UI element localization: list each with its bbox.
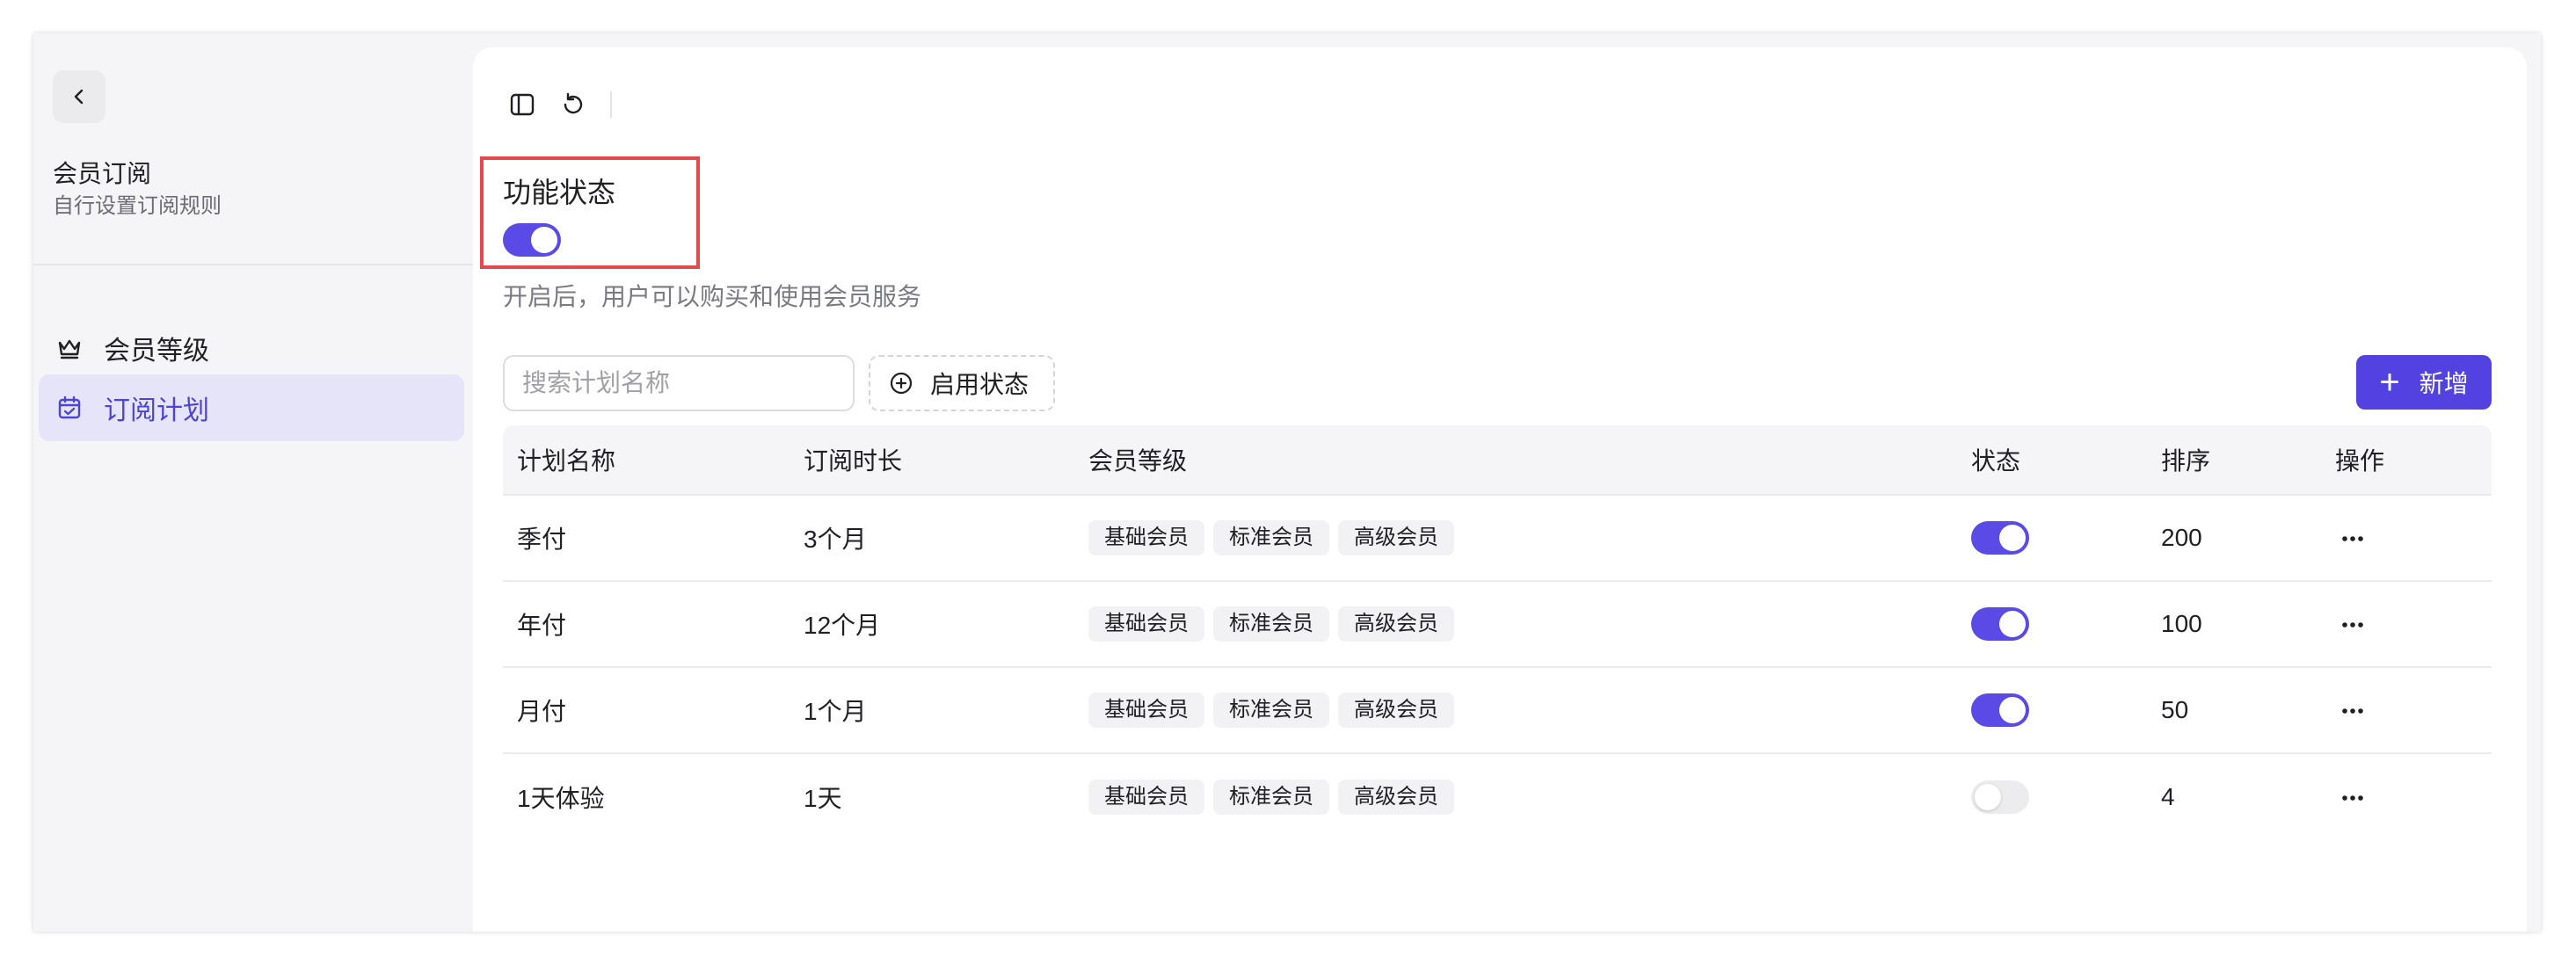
plan-actions — [2321, 520, 2492, 556]
page-subtitle: 自行设置订阅规则 — [53, 194, 222, 218]
plan-status — [1957, 693, 2147, 727]
plan-name: 年付 — [517, 612, 567, 639]
calendar-check-icon — [55, 393, 84, 423]
plan-duration: 1天 — [804, 785, 842, 812]
app-window: 会员订阅 自行设置订阅规则 会员等级 订阅计划 功能状态 开启后，用户可以购买和… — [33, 33, 2541, 932]
table-row: 年付 12个月 基础会员 标准会员 高级会员 100 — [503, 582, 2492, 668]
toggle-knob — [1999, 697, 2026, 723]
level-tag: 基础会员 — [1088, 606, 1204, 642]
plan-actions — [2321, 693, 2492, 729]
level-tag: 基础会员 — [1088, 693, 1204, 728]
plan-name: 月付 — [517, 698, 567, 725]
level-tag: 高级会员 — [1338, 693, 1454, 728]
more-icon[interactable] — [2335, 780, 2370, 816]
more-icon[interactable] — [2335, 607, 2370, 642]
sidebar-item-member-level[interactable]: 会员等级 — [39, 315, 464, 381]
table-row: 季付 3个月 基础会员 标准会员 高级会员 200 — [503, 496, 2492, 582]
table-header: 计划名称 订阅时长 会员等级 状态 排序 操作 — [503, 425, 2492, 496]
plan-name: 季付 — [517, 526, 567, 553]
add-button[interactable]: + 新增 — [2356, 355, 2492, 410]
plan-sort: 200 — [2161, 524, 2202, 551]
column-header: 排序 — [2161, 447, 2211, 475]
toggle-knob — [1999, 525, 2026, 551]
plan-levels: 基础会员 标准会员 高级会员 — [1074, 606, 1957, 642]
toolbar — [503, 84, 612, 125]
plan-levels: 基础会员 标准会员 高级会员 — [1074, 520, 1957, 555]
column-header: 计划名称 — [517, 447, 616, 475]
plan-duration: 12个月 — [804, 612, 881, 639]
plan-status-toggle[interactable] — [1971, 607, 2029, 641]
toggle-knob — [1999, 611, 2026, 637]
plan-status — [1957, 780, 2147, 814]
plan-actions — [2321, 606, 2492, 642]
level-tag: 标准会员 — [1213, 780, 1329, 815]
page-title: 会员订阅 — [53, 160, 152, 187]
toggle-knob — [531, 227, 557, 253]
plan-status-toggle[interactable] — [1971, 780, 2029, 814]
plus-circle-icon — [888, 370, 914, 396]
level-tag: 标准会员 — [1213, 606, 1329, 642]
sidebar-item-label: 会员等级 — [104, 337, 209, 366]
crown-icon — [55, 333, 84, 363]
table-row: 1天体验 1天 基础会员 标准会员 高级会员 4 — [503, 754, 2492, 840]
chevron-left-icon — [74, 89, 84, 105]
status-filter-label: 启用状态 — [930, 371, 1030, 398]
level-tag: 标准会员 — [1213, 693, 1329, 728]
plan-duration: 1个月 — [804, 698, 867, 725]
sidebar-item-subscription-plan[interactable]: 订阅计划 — [39, 374, 464, 441]
more-icon[interactable] — [2335, 521, 2370, 556]
column-header: 订阅时长 — [804, 447, 903, 475]
more-icon[interactable] — [2335, 693, 2370, 729]
status-filter-button[interactable]: 启用状态 — [869, 355, 1055, 411]
plan-sort: 50 — [2161, 696, 2189, 723]
sidebar-item-label: 订阅计划 — [104, 396, 209, 425]
plan-levels: 基础会员 标准会员 高级会员 — [1074, 693, 1957, 728]
plan-status — [1957, 521, 2147, 555]
sidebar: 会员订阅 自行设置订阅规则 会员等级 订阅计划 — [33, 33, 473, 932]
search-input[interactable] — [503, 355, 855, 411]
level-tag: 基础会员 — [1088, 520, 1204, 555]
plus-icon: + — [2379, 363, 2400, 402]
column-header: 会员等级 — [1088, 447, 1188, 475]
feature-status-toggle[interactable] — [503, 223, 561, 257]
plan-actions — [2321, 780, 2492, 816]
back-button[interactable] — [53, 70, 106, 123]
plans-table: 计划名称 订阅时长 会员等级 状态 排序 操作 季付 3个月 基础会员 标准会员… — [503, 425, 2492, 840]
main-panel: 功能状态 开启后，用户可以购买和使用会员服务 启用状态 + 新增 计划名称 订阅… — [473, 47, 2527, 932]
level-tag: 高级会员 — [1338, 780, 1454, 815]
level-tag: 标准会员 — [1213, 520, 1329, 555]
feature-status-title: 功能状态 — [503, 177, 616, 208]
sidebar-divider — [33, 264, 473, 265]
refresh-icon[interactable] — [554, 85, 593, 124]
plan-status — [1957, 607, 2147, 641]
level-tag: 基础会员 — [1088, 780, 1204, 815]
plan-status-toggle[interactable] — [1971, 693, 2029, 727]
sidebar-toggle-icon[interactable] — [503, 85, 542, 124]
level-tag: 高级会员 — [1338, 520, 1454, 555]
level-tag: 高级会员 — [1338, 606, 1454, 642]
plan-sort: 100 — [2161, 610, 2202, 637]
plan-name: 1天体验 — [517, 785, 605, 812]
toggle-knob — [1975, 784, 2001, 810]
plan-duration: 3个月 — [804, 526, 867, 553]
plan-status-toggle[interactable] — [1971, 521, 2029, 555]
feature-status-description: 开启后，用户可以购买和使用会员服务 — [503, 283, 922, 310]
column-header: 操作 — [2335, 447, 2385, 475]
table-row: 月付 1个月 基础会员 标准会员 高级会员 50 — [503, 668, 2492, 754]
toolbar-divider — [610, 91, 612, 118]
column-header: 状态 — [1971, 447, 2021, 475]
add-button-label: 新增 — [2419, 370, 2469, 397]
plan-sort: 4 — [2161, 783, 2175, 810]
plan-levels: 基础会员 标准会员 高级会员 — [1074, 780, 1957, 815]
